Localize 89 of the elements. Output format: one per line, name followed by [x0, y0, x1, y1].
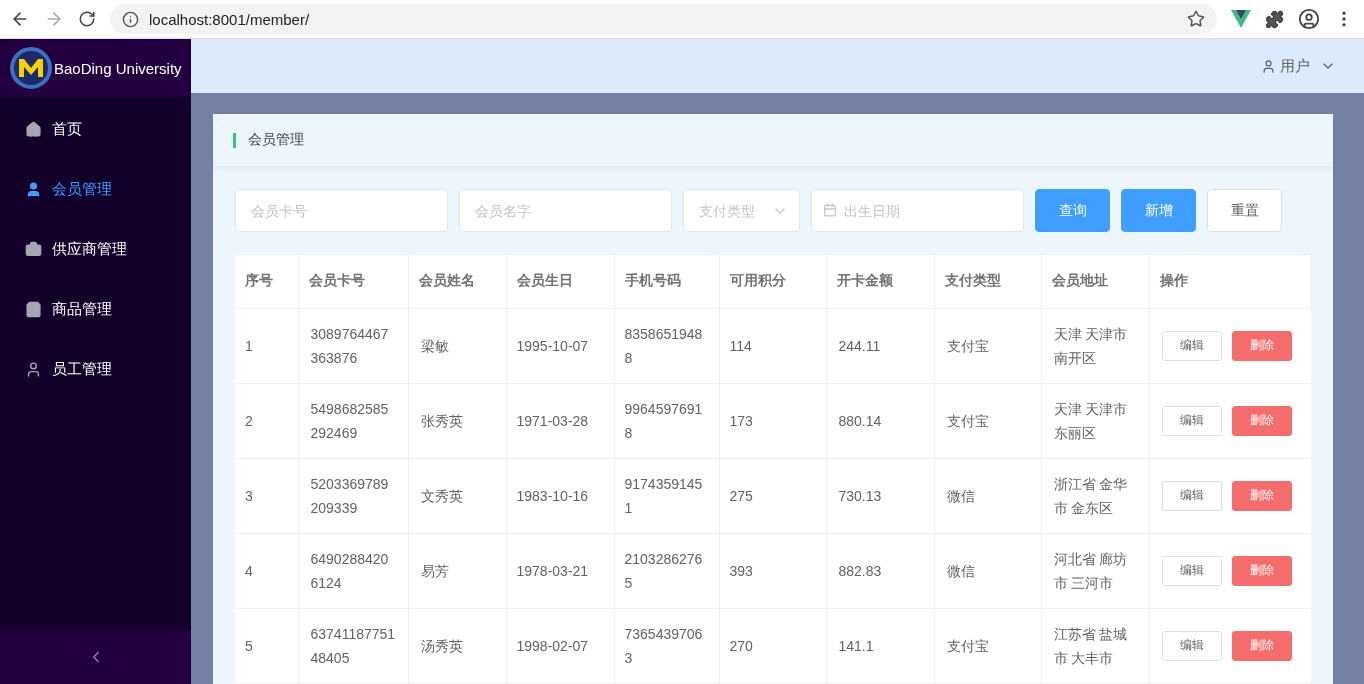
edit-button[interactable]: 编辑: [1161, 405, 1222, 436]
birthday: 1983-10-16: [506, 458, 614, 533]
payment-type: 支付宝: [934, 608, 1041, 683]
profile-icon[interactable]: [1298, 8, 1320, 30]
column-header: 序号: [235, 255, 298, 308]
edit-button[interactable]: 编辑: [1161, 555, 1222, 586]
points: 114: [719, 308, 826, 383]
sidebar-item[interactable]: 首页: [0, 99, 191, 159]
card-number: 5203369789209339: [298, 458, 408, 533]
column-header: 手机号码: [614, 255, 719, 308]
sidebar-item[interactable]: 员工管理: [0, 339, 191, 399]
star-icon[interactable]: [1187, 10, 1205, 28]
member-name: 梁敏: [408, 308, 506, 383]
sidebar-item[interactable]: 供应商管理: [0, 219, 191, 279]
address: 浙江省 金华市 金东区: [1041, 458, 1149, 533]
card-number: 3089764467363876: [298, 308, 408, 383]
column-header: 开卡金额: [826, 255, 934, 308]
brand-name: BaoDing University: [54, 59, 182, 77]
sidebar-item[interactable]: 商品管理: [0, 279, 191, 339]
card-title: 会员管理: [248, 131, 304, 149]
birthday: 1995-10-07: [506, 308, 614, 383]
member-name: 张秀英: [408, 383, 506, 458]
row-number: 1: [235, 308, 298, 383]
column-header: 支付类型: [934, 255, 1041, 308]
birthday-date-field[interactable]: 出生日期: [811, 189, 1024, 232]
user-icon: [1261, 58, 1276, 74]
edit-button[interactable]: 编辑: [1161, 480, 1222, 511]
edit-button[interactable]: 编辑: [1161, 630, 1222, 661]
info-icon: [122, 10, 139, 28]
amount: 141.1: [826, 608, 934, 683]
birthday: 1971-03-28: [506, 383, 614, 458]
card-number: 6374118775148405: [298, 608, 408, 683]
amount: 882.83: [826, 533, 934, 608]
sidebar-item[interactable]: 会员管理: [0, 159, 191, 219]
address: 天津 天津市南开区: [1041, 308, 1149, 383]
column-header: 操作: [1149, 255, 1310, 308]
url-text: localhost:8001/member/: [149, 10, 310, 28]
amount: 880.14: [826, 383, 934, 458]
payment-type: 微信: [934, 458, 1041, 533]
phone-number: 99645976918: [614, 383, 719, 458]
column-header: 会员姓名: [408, 255, 506, 308]
v-logo-icon[interactable]: [1231, 10, 1251, 28]
address-bar[interactable]: localhost:8001/member/: [110, 4, 1217, 34]
row-number: 5: [235, 608, 298, 683]
row-number: 4: [235, 533, 298, 608]
logo-icon: [10, 47, 52, 89]
payment-type: 支付宝: [934, 308, 1041, 383]
payment-type: 微信: [934, 533, 1041, 608]
member-name: 文秀英: [408, 458, 506, 533]
member-name: 汤秀英: [408, 608, 506, 683]
amount: 244.11: [826, 308, 934, 383]
payment-type: 支付宝: [934, 383, 1041, 458]
user-icon: [25, 180, 42, 198]
user-menu[interactable]: 用户: [1280, 56, 1310, 76]
birthday: 1978-03-21: [506, 533, 614, 608]
calendar-icon: [823, 203, 837, 217]
payment-type-select[interactable]: 支付类型: [683, 189, 800, 232]
name-field[interactable]: 会员名字: [459, 189, 672, 232]
points: 173: [719, 383, 826, 458]
column-header: 会员生日: [506, 255, 614, 308]
points: 270: [719, 608, 826, 683]
card-number: 64902884206124: [298, 533, 408, 608]
filter-button[interactable]: 重置: [1207, 189, 1282, 232]
phone-number: 91743591451: [614, 458, 719, 533]
briefcase-icon: [25, 240, 42, 258]
address: 江苏省 盐城市 大丰市: [1041, 608, 1149, 683]
phone-number: 21032862765: [614, 533, 719, 608]
address: 天津 天津市东丽区: [1041, 383, 1149, 458]
bag-icon: [25, 300, 42, 318]
amount: 730.13: [826, 458, 934, 533]
row-number: 3: [235, 458, 298, 533]
phone-number: 83586519488: [614, 308, 719, 383]
column-header: 会员卡号: [298, 255, 408, 308]
row-number: 2: [235, 383, 298, 458]
user-icon: [25, 360, 42, 378]
points: 275: [719, 458, 826, 533]
edit-button[interactable]: 编辑: [1161, 330, 1222, 361]
home-icon: [25, 120, 42, 138]
column-header: 可用积分: [719, 255, 826, 308]
points: 393: [719, 533, 826, 608]
reload-icon[interactable]: [78, 10, 96, 28]
card-number: 5498682585292469: [298, 383, 408, 458]
card-number-field[interactable]: 会员卡号: [235, 189, 448, 232]
birthday: 1998-02-07: [506, 608, 614, 683]
phone-number: 73654397063: [614, 608, 719, 683]
puzzle-icon[interactable]: [1265, 9, 1284, 29]
column-header: 会员地址: [1041, 255, 1149, 308]
member-name: 易芳: [408, 533, 506, 608]
address: 河北省 廊坊市 三河市: [1041, 533, 1149, 608]
